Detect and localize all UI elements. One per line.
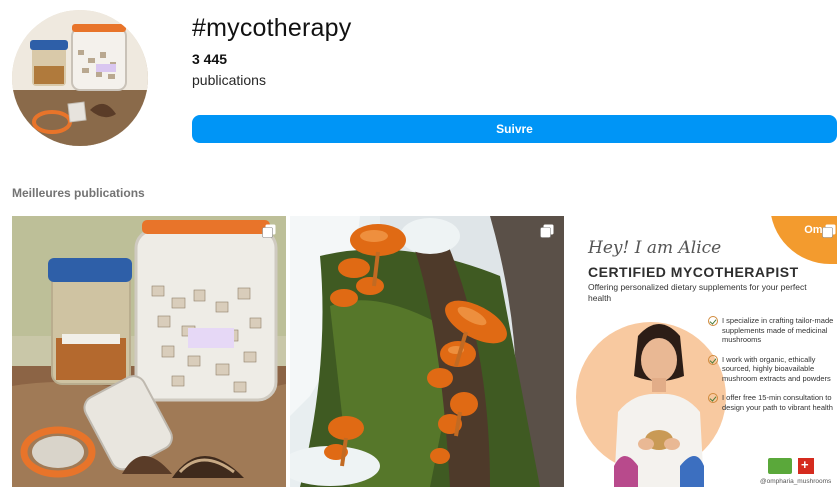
poster-bullet: I specialize in crafting tailor-made sup…	[708, 316, 837, 345]
poster-greeting: Hey! I am Alice	[588, 238, 722, 258]
poster-bullet: I offer free 15-min consultation to desi…	[708, 393, 837, 412]
check-icon	[708, 393, 718, 403]
post-1-image	[12, 216, 286, 487]
eu-organic-logo	[768, 458, 792, 474]
top-posts-grid: Omph Hey! I am Alice CERTIFIED MYCOTHERA…	[12, 216, 837, 487]
post-count: 3 445	[192, 51, 228, 67]
carousel-icon	[540, 224, 554, 238]
post-tile-1[interactable]	[12, 216, 286, 487]
post-2-image	[290, 216, 564, 487]
post-tile-3[interactable]: Omph Hey! I am Alice CERTIFIED MYCOTHERA…	[568, 216, 837, 487]
carousel-icon	[822, 224, 836, 238]
hashtag-title: #mycotherapy	[192, 14, 352, 42]
avatar-jars-image	[12, 10, 148, 146]
post-count-label: publications	[192, 72, 266, 88]
post-tile-2[interactable]	[290, 216, 564, 487]
poster-headline: CERTIFIED MYCOTHERAPIST	[588, 264, 799, 280]
poster-handle: @ompharia_mushrooms	[760, 478, 832, 485]
poster-bullet: I work with organic, ethically sourced, …	[708, 354, 837, 384]
hashtag-header: #mycotherapy 3 445 publications Suivre	[192, 0, 837, 150]
check-icon	[708, 354, 718, 365]
hashtag-avatar	[12, 10, 148, 146]
poster-bullets: I specialize in crafting tailor-made sup…	[708, 316, 837, 422]
carousel-icon	[262, 224, 276, 238]
poster-subtitle: Offering personalized dietary supplement…	[588, 282, 807, 303]
check-icon	[708, 316, 718, 326]
poster-person-image	[614, 324, 704, 487]
swiss-flag-icon	[798, 457, 814, 474]
top-posts-title: Meilleures publications	[12, 186, 145, 200]
follow-button[interactable]: Suivre	[192, 115, 837, 143]
post-3-poster: Omph Hey! I am Alice CERTIFIED MYCOTHERA…	[568, 216, 837, 487]
